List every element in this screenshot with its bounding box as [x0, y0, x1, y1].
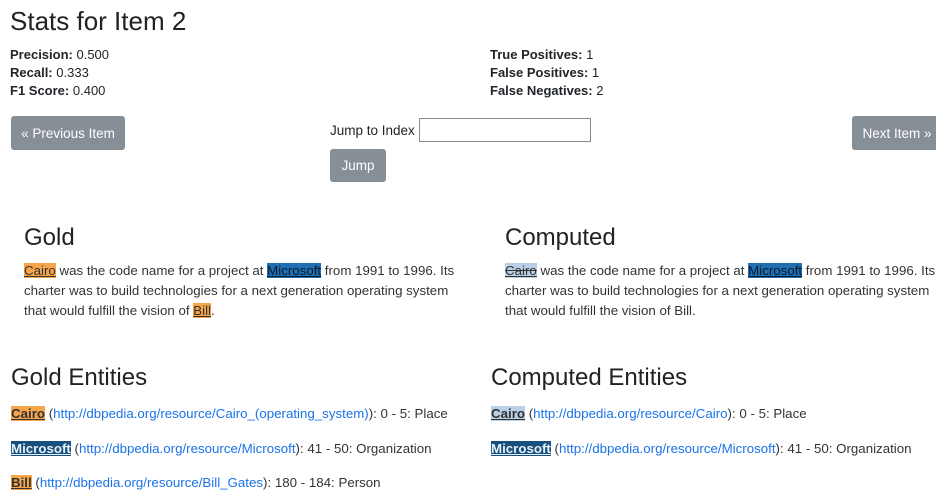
jump-index-input[interactable]	[419, 118, 591, 142]
gold-entities-heading: Gold Entities	[11, 364, 148, 391]
precision-stat: Precision: 0.500	[10, 46, 109, 64]
entity-link[interactable]: http://dbpedia.org/resource/Microsoft	[79, 441, 296, 456]
entity-span: : 41 - 50: Organization	[299, 441, 432, 456]
stats-metrics: Precision: 0.500 Recall: 0.333 F1 Score:…	[10, 46, 109, 100]
computed-entity-microsoft: Microsoft	[748, 263, 803, 278]
previous-item-button[interactable]: « Previous Item	[11, 116, 125, 150]
fn-value: 2	[596, 83, 604, 98]
entity-span: : 0 - 5: Place	[373, 406, 448, 421]
gold-entity-row: Cairo (http://dbpedia.org/resource/Cairo…	[11, 406, 448, 421]
gold-heading: Gold	[24, 224, 75, 251]
gold-entity-cairo: Cairo	[24, 263, 56, 278]
precision-label: Precision:	[10, 47, 73, 62]
fp-label: False Positives:	[490, 65, 589, 80]
entity-span: : 0 - 5: Place	[731, 406, 807, 421]
entity-link[interactable]: http://dbpedia.org/resource/Microsoft	[559, 441, 776, 456]
precision-value: 0.500	[76, 47, 110, 62]
f1-value: 0.400	[72, 83, 106, 98]
computed-passage-text-1: was the code name for a project at	[536, 263, 749, 278]
entity-link[interactable]: http://dbpedia.org/resource/Bill_Gates	[40, 475, 263, 490]
computed-entity-row: Microsoft (http://dbpedia.org/resource/M…	[491, 441, 912, 456]
f1-stat: F1 Score: 0.400	[10, 82, 109, 100]
fn-label: False Negatives:	[490, 83, 593, 98]
entity-tag: Cairo	[11, 406, 45, 421]
entity-span: : 41 - 50: Organization	[779, 441, 912, 456]
gold-passage-text-1: was the code name for a project at	[55, 263, 268, 278]
gold-entity-bill: Bill	[193, 303, 211, 318]
entity-tag: Cairo	[491, 406, 525, 421]
jump-to-index-label: Jump to Index	[330, 123, 415, 138]
f1-label: F1 Score:	[10, 83, 70, 98]
jump-button[interactable]: Jump	[330, 149, 386, 182]
computed-heading: Computed	[505, 224, 616, 251]
computed-entity-row: Cairo (http://dbpedia.org/resource/Cairo…	[491, 406, 807, 421]
page-title: Stats for Item 2	[10, 6, 187, 36]
gold-entity-microsoft: Microsoft	[267, 263, 322, 278]
stats-counts: True Positives: 1 False Positives: 1 Fal…	[490, 46, 603, 100]
true-positives-stat: True Positives: 1	[490, 46, 603, 64]
gold-entity-row: Microsoft (http://dbpedia.org/resource/M…	[11, 441, 432, 456]
gold-passage: Cairo was the code name for a project at…	[24, 261, 464, 321]
recall-label: Recall:	[10, 65, 53, 80]
entity-tag: Microsoft	[11, 441, 71, 456]
entity-tag: Microsoft	[491, 441, 551, 456]
recall-stat: Recall: 0.333	[10, 64, 109, 82]
false-positives-stat: False Positives: 1	[490, 64, 603, 82]
tp-value: 1	[586, 47, 594, 62]
next-item-button[interactable]: Next Item »	[852, 116, 936, 150]
entity-tag: Bill	[11, 475, 32, 490]
computed-passage: Cairo was the code name for a project at…	[505, 261, 936, 321]
entity-link[interactable]: http://dbpedia.org/resource/Cairo	[533, 406, 727, 421]
fp-value: 1	[591, 65, 600, 80]
computed-entities-heading: Computed Entities	[491, 364, 688, 391]
gold-passage-text-3: .	[211, 303, 215, 318]
false-negatives-stat: False Negatives: 2	[490, 82, 603, 100]
recall-value: 0.333	[56, 65, 89, 80]
entity-span: : 180 - 184: Person	[267, 475, 381, 490]
gold-entity-row: Bill (http://dbpedia.org/resource/Bill_G…	[11, 475, 381, 490]
computed-entity-cairo: Cairo	[505, 263, 537, 278]
tp-label: True Positives:	[490, 47, 583, 62]
entity-link[interactable]: http://dbpedia.org/resource/Cairo_(opera…	[53, 406, 369, 421]
